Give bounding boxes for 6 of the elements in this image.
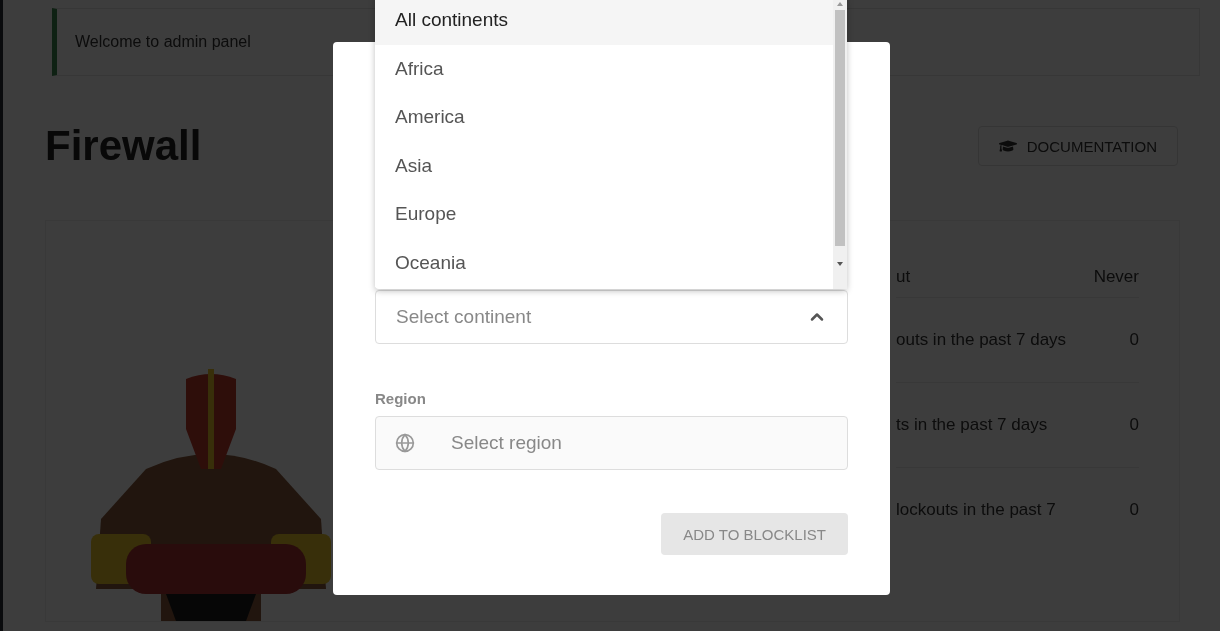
continent-select[interactable]: Select continent xyxy=(375,290,848,344)
scrollbar[interactable] xyxy=(833,0,847,289)
continent-option[interactable]: All continents xyxy=(375,0,833,45)
globe-icon xyxy=(395,433,415,453)
region-field[interactable]: Select region xyxy=(375,416,848,470)
region-label: Region xyxy=(375,390,427,407)
